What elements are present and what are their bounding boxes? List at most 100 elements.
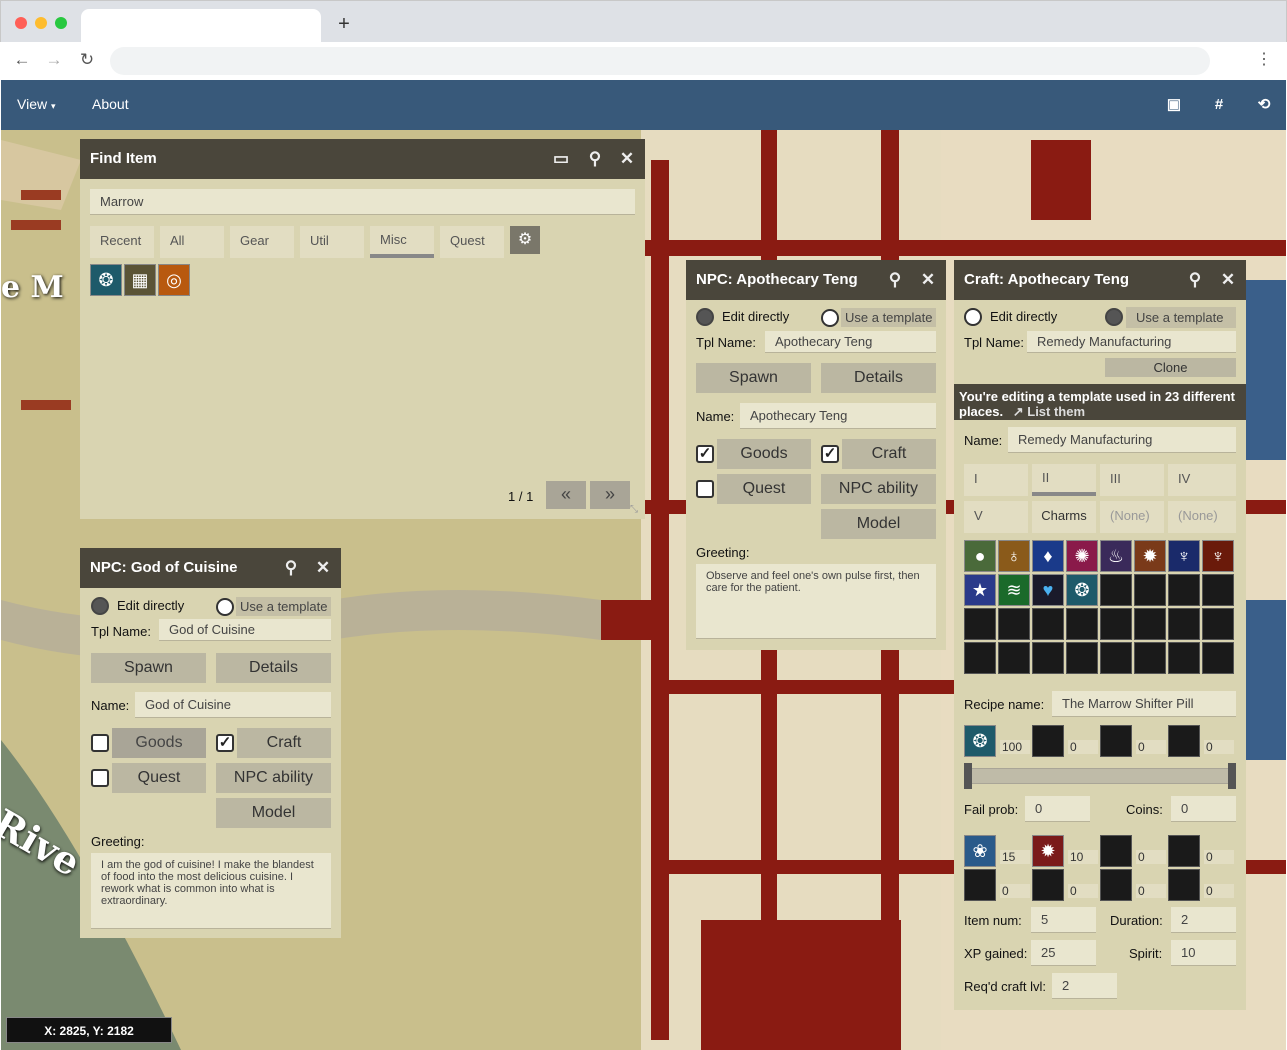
tpl-name-input[interactable]: Apothecary Teng	[765, 331, 936, 353]
tab-i[interactable]: I	[964, 464, 1028, 496]
quest-button[interactable]: Quest	[112, 763, 206, 793]
quest-button[interactable]: Quest	[717, 474, 811, 504]
browser-tab[interactable]	[81, 9, 321, 43]
greeting-textarea[interactable]: Observe and feel one's own pulse first, …	[696, 564, 936, 639]
address-bar[interactable]	[110, 47, 1210, 75]
material-count[interactable]: 0	[1068, 884, 1098, 898]
output-count[interactable]: 0	[1136, 740, 1166, 754]
pin-icon[interactable]: ⚲	[880, 260, 910, 300]
tab-recent[interactable]: Recent	[90, 226, 154, 258]
close-icon[interactable]: ✕	[1213, 260, 1243, 300]
npc-ability-button[interactable]: NPC ability	[216, 763, 331, 793]
duration-input[interactable]: 2	[1171, 907, 1236, 933]
spirit-input[interactable]: 10	[1171, 940, 1236, 966]
potion-icon[interactable]: ♨	[1100, 540, 1132, 572]
minimize-window-button[interactable]	[35, 17, 47, 29]
empty-slot[interactable]	[1066, 642, 1098, 674]
item-num-input[interactable]: 5	[1031, 907, 1096, 933]
save-icon[interactable]: ▣	[1152, 80, 1196, 130]
name-input[interactable]: Apothecary Teng	[740, 403, 936, 429]
material-count[interactable]: 15	[1000, 850, 1030, 864]
material-count[interactable]: 0	[1204, 850, 1234, 864]
empty-slot[interactable]	[1134, 574, 1166, 606]
material-count[interactable]: 0	[1136, 884, 1166, 898]
craft-button[interactable]: Craft	[842, 439, 936, 469]
material-count[interactable]: 0	[1204, 884, 1234, 898]
back-icon[interactable]: ←	[12, 50, 32, 70]
slider-handle-right[interactable]	[1228, 763, 1236, 789]
tab-iii[interactable]: III	[1100, 464, 1164, 496]
resize-handle-icon[interactable]: ⤡	[630, 504, 638, 515]
herb-icon[interactable]: ❀	[964, 835, 996, 867]
marrow-pill-icon[interactable]: ❂	[90, 264, 122, 296]
edit-directly-radio[interactable]	[696, 308, 714, 326]
empty-slot[interactable]	[1202, 608, 1234, 640]
use-template-radio[interactable]	[821, 309, 839, 327]
goods-checkbox[interactable]: ✓	[696, 445, 714, 463]
use-template-radio[interactable]	[216, 598, 234, 616]
pouch-icon[interactable]: ♁	[998, 540, 1030, 572]
tab-util[interactable]: Util	[300, 226, 364, 258]
empty-slot[interactable]	[1032, 725, 1064, 757]
tab-none-2[interactable]: (None)	[1168, 501, 1236, 533]
star-icon[interactable]: ★	[964, 574, 996, 606]
material-count[interactable]: 0	[1000, 884, 1030, 898]
red-burst-icon[interactable]: ✺	[1066, 540, 1098, 572]
hash-icon[interactable]: #	[1197, 80, 1241, 130]
pin-icon[interactable]: ⚲	[1180, 260, 1210, 300]
quest-checkbox[interactable]	[696, 480, 714, 498]
fail-prob-input[interactable]: 0	[1025, 796, 1090, 822]
name-input[interactable]: Remedy Manufacturing	[1008, 427, 1236, 453]
tab-iv[interactable]: IV	[1168, 464, 1236, 496]
list-them-link[interactable]: ↗ List them	[1013, 404, 1085, 419]
new-tab-button[interactable]: +	[334, 13, 354, 36]
gear-icon[interactable]: ⚙	[510, 226, 540, 254]
empty-slot[interactable]	[1066, 608, 1098, 640]
quest-checkbox[interactable]	[91, 769, 109, 787]
blue-vial-icon[interactable]: ♦	[1032, 540, 1064, 572]
green-orb-icon[interactable]: ●	[964, 540, 996, 572]
prev-page-button[interactable]: «	[546, 481, 586, 509]
about-menu[interactable]: About	[92, 96, 129, 112]
empty-slot[interactable]	[1168, 608, 1200, 640]
view-menu[interactable]: View ▾	[17, 96, 56, 112]
tpl-name-input[interactable]: God of Cuisine	[159, 619, 331, 641]
empty-slot[interactable]	[1100, 574, 1132, 606]
craft-button[interactable]: Craft	[237, 728, 331, 758]
model-button[interactable]: Model	[216, 798, 331, 828]
empty-slot[interactable]	[1134, 642, 1166, 674]
output-count[interactable]: 0	[1204, 740, 1234, 754]
tab-quest[interactable]: Quest	[440, 226, 504, 258]
model-button[interactable]: Model	[821, 509, 936, 539]
empty-slot[interactable]	[1168, 835, 1200, 867]
craft-checkbox[interactable]: ✓	[821, 445, 839, 463]
cookie-icon[interactable]: ✹	[1134, 540, 1166, 572]
pin-icon[interactable]: ⚲	[580, 139, 610, 179]
goods-button[interactable]: Goods	[112, 728, 206, 758]
empty-slot[interactable]	[1100, 869, 1132, 901]
red-flame-icon[interactable]: ♆	[1202, 540, 1234, 572]
empty-slot[interactable]	[964, 642, 996, 674]
spawn-button[interactable]: Spawn	[91, 653, 206, 683]
empty-slot[interactable]	[1032, 642, 1064, 674]
empty-slot[interactable]	[964, 608, 996, 640]
empty-slot[interactable]	[1168, 574, 1200, 606]
output-count[interactable]: 0	[1068, 740, 1098, 754]
empty-slot[interactable]	[1202, 642, 1234, 674]
empty-slot[interactable]	[1168, 725, 1200, 757]
target-charm-icon[interactable]: ◎	[158, 264, 190, 296]
craft-checkbox[interactable]: ✓	[216, 734, 234, 752]
close-icon[interactable]: ✕	[308, 548, 338, 588]
empty-slot[interactable]	[1134, 608, 1166, 640]
next-page-button[interactable]: »	[590, 481, 630, 509]
tab-v[interactable]: V	[964, 501, 1028, 533]
clone-button[interactable]: Clone	[1105, 358, 1236, 377]
empty-slot[interactable]	[1100, 642, 1132, 674]
green-scroll-icon[interactable]: ≋	[998, 574, 1030, 606]
name-input[interactable]: God of Cuisine	[135, 692, 331, 718]
chest-icon[interactable]: ▦	[124, 264, 156, 296]
slider-handle-left[interactable]	[964, 763, 972, 789]
goods-button[interactable]: Goods	[717, 439, 811, 469]
empty-slot[interactable]	[1032, 608, 1064, 640]
npc-ability-button[interactable]: NPC ability	[821, 474, 936, 504]
